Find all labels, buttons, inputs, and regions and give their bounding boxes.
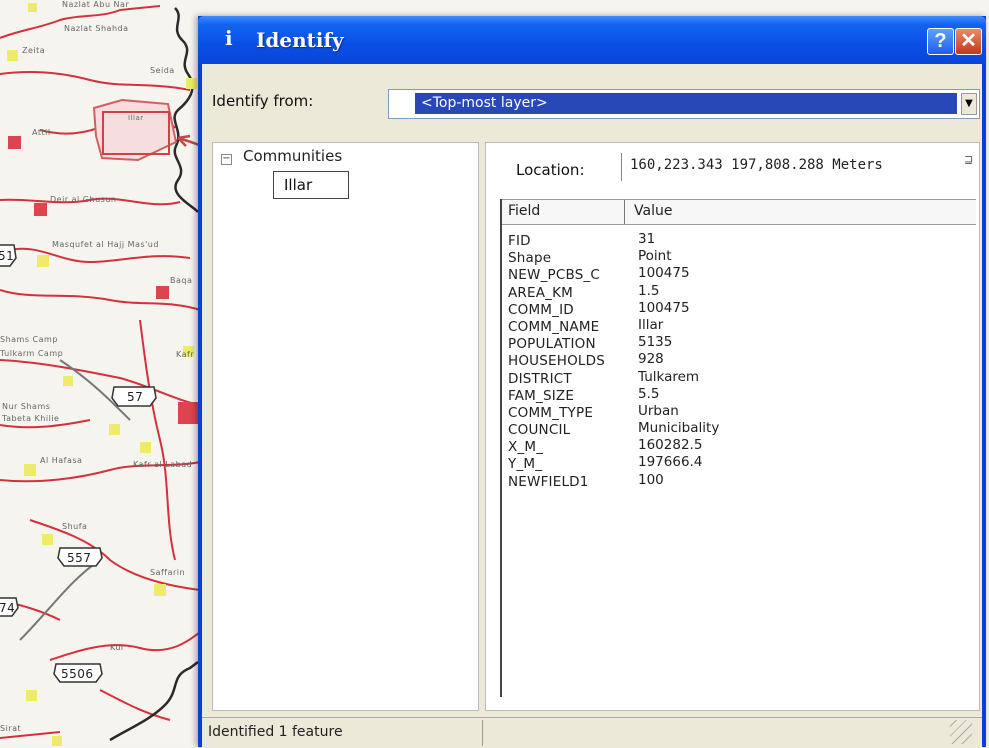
map-label: Illar: [128, 114, 144, 122]
route-shield-label: 57: [127, 390, 144, 404]
pin-icon[interactable]: ⊒: [964, 153, 973, 166]
map-label: Tabeta Khilie: [2, 414, 60, 423]
identify-from-select[interactable]: <Top-most layer> ▼: [388, 89, 980, 119]
attribute-row[interactable]: X_M_ 160282.5: [502, 437, 976, 456]
map-label: Nur Shams: [2, 402, 51, 411]
attribute-row[interactable]: COUNCIL Municibality: [502, 420, 976, 439]
attribute-row[interactable]: NEWFIELD1 100: [502, 471, 976, 491]
map-label: Baqa: [170, 276, 193, 285]
field-name: COMM_ID: [508, 301, 574, 318]
identify-dialog: i Identify ? ✕ Identify from: <Top-most …: [198, 16, 986, 748]
map-label: Shufa: [62, 522, 88, 531]
map-label: Seida: [150, 66, 175, 75]
field-value: 160282.5: [638, 437, 703, 454]
attribute-row[interactable]: AREA_KM 1.5: [502, 282, 976, 302]
attribute-row[interactable]: DISTRICT Tulkarem: [502, 368, 976, 388]
attributes-pane: Location: 160,223.343 197,808.288 Meters…: [485, 142, 980, 711]
field-name: DISTRICT: [508, 370, 572, 387]
value-column-header[interactable]: Value: [634, 203, 672, 219]
close-button[interactable]: ✕: [955, 28, 982, 55]
map-label: Attil: [32, 128, 51, 137]
status-bar: Identified 1 feature: [202, 717, 982, 748]
attribute-row[interactable]: COMM_TYPE Urban: [502, 402, 976, 422]
map-label: Zeita: [22, 46, 46, 55]
field-name: FAM_SIZE: [508, 387, 575, 404]
field-name: AREA_KM: [508, 284, 574, 301]
route-shield-label: 51: [0, 249, 15, 263]
title-bar[interactable]: i Identify ? ✕: [198, 16, 986, 64]
field-name: COMM_TYPE: [508, 404, 594, 421]
attribute-row[interactable]: COMM_NAME Illar: [502, 316, 976, 336]
status-divider: [482, 720, 483, 746]
field-value: 928: [638, 351, 664, 368]
field-value: 5.5: [638, 385, 660, 402]
attribute-row[interactable]: HOUSEHOLDS 928: [502, 351, 976, 370]
location-value: 160,223.343 197,808.288 Meters: [621, 153, 961, 181]
attribute-row[interactable]: Shape Point: [502, 248, 976, 267]
collapse-icon[interactable]: −: [221, 154, 232, 165]
tree-node-feature[interactable]: Illar: [273, 171, 349, 199]
field-name: POPULATION: [508, 336, 596, 353]
map-label: Kafr: [176, 350, 195, 359]
attribute-row[interactable]: COMM_ID 100475: [502, 299, 976, 319]
attribute-row[interactable]: POPULATION 5135: [502, 334, 976, 353]
map-label: Nazlat Abu Nar: [62, 0, 130, 9]
results-tree[interactable]: − Communities Illar: [212, 142, 479, 711]
field-value: 100475: [638, 265, 690, 282]
route-shield-label: 5506: [61, 667, 94, 681]
field-name: Y_M_: [508, 456, 543, 473]
field-name: NEW_PCBS_C: [508, 267, 601, 284]
attribute-row[interactable]: FID 31: [502, 231, 976, 250]
identify-from-value: <Top-most layer>: [415, 93, 957, 114]
field-value: Urban: [638, 402, 679, 419]
map-label: Al Hafasa: [40, 456, 83, 465]
field-name: NEWFIELD1: [508, 473, 589, 490]
resize-grip-icon[interactable]: [950, 720, 972, 744]
map-label: Nazlat Shahda: [64, 24, 129, 33]
field-name: COUNCIL: [508, 422, 571, 439]
field-value: 5135: [638, 334, 673, 351]
field-value: 100: [638, 471, 664, 488]
status-text: Identified 1 feature: [208, 724, 343, 740]
route-shield-label: 557: [67, 551, 92, 565]
field-name: HOUSEHOLDS: [508, 353, 606, 370]
map-label: Kur: [110, 643, 125, 652]
info-icon: i: [225, 26, 233, 50]
field-name: Shape: [508, 250, 552, 267]
dropdown-arrow-icon[interactable]: ▼: [961, 93, 977, 115]
map-label: Shams Camp: [0, 335, 58, 344]
attribute-row[interactable]: FAM_SIZE 5.5: [502, 385, 976, 405]
map-label: Saffarin: [150, 568, 186, 577]
field-name: X_M_: [508, 439, 544, 456]
map-label: Masqufet al Hajj Mas'ud: [52, 240, 159, 249]
attribute-row[interactable]: Y_M_ 197666.4: [502, 454, 976, 473]
field-value: Tulkarem: [638, 368, 700, 385]
field-value: 1.5: [638, 282, 660, 299]
help-button[interactable]: ?: [927, 28, 954, 55]
map-label: Sirat: [0, 724, 22, 733]
attribute-row[interactable]: NEW_PCBS_C 100475: [502, 265, 976, 284]
location-label: Location:: [516, 161, 585, 179]
grid-header: Field Value: [502, 199, 976, 225]
dialog-body: Identify from: <Top-most layer> ▼ − Comm…: [202, 64, 982, 747]
field-value: 31: [638, 231, 656, 247]
identify-from-label: Identify from:: [212, 92, 314, 110]
attribute-rows: FID 31 Shape Point NEW_PCBS_C 100475 AREA_K…: [502, 231, 976, 491]
dialog-title: Identify: [256, 28, 344, 52]
field-name: COMM_NAME: [508, 318, 600, 335]
column-divider[interactable]: [624, 200, 625, 224]
field-value: 197666.4: [638, 454, 703, 471]
field-value: 100475: [638, 299, 690, 316]
field-column-header[interactable]: Field: [508, 203, 540, 219]
map-label: Deir al Ghusun: [50, 195, 117, 204]
field-value: Illar: [638, 316, 664, 333]
route-shield-label: 74: [0, 601, 16, 615]
map-label: Tulkarm Camp: [0, 349, 64, 358]
map-label: Kafr al Labad: [133, 460, 193, 469]
field-value: Municibality: [638, 420, 720, 437]
field-value: Point: [638, 248, 672, 265]
field-name: FID: [508, 233, 531, 249]
tree-node-communities[interactable]: Communities: [243, 147, 342, 165]
